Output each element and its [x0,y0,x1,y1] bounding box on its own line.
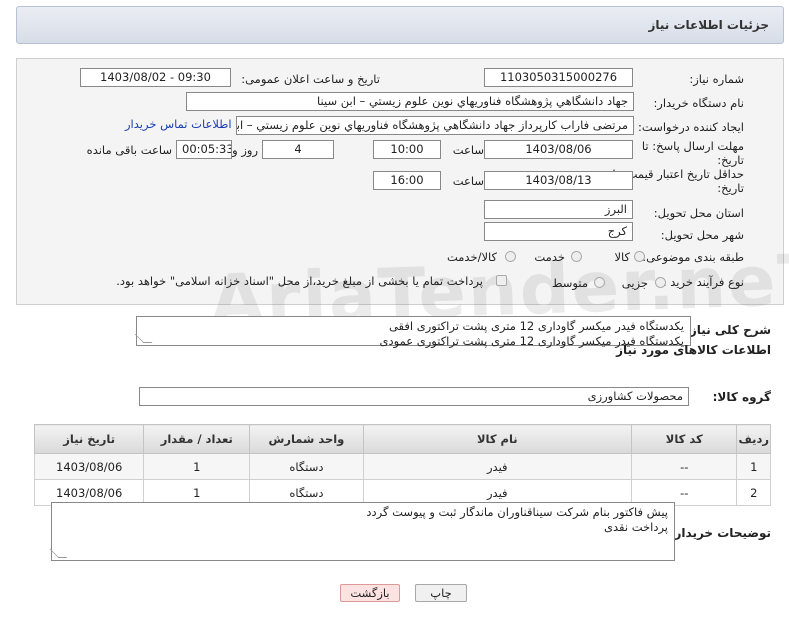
remaining-time-field[interactable]: 00:05:33 [176,140,232,159]
price-validity-time-label: ساعت [452,174,484,188]
days-label: روز و [232,143,258,157]
treasury-payment-note: پرداخت تمام یا بخشی از مبلغ خرید،از محل … [116,274,483,288]
deadline-label: مهلت ارسال پاسخ: تا [641,139,744,153]
cell-quantity: 1 [143,453,251,480]
category-service-radio[interactable] [571,251,582,262]
goods-info-title: اطلاعات کالاهای مورد نیاز [616,343,771,357]
remaining-time-label: ساعت باقی مانده [86,143,172,157]
back-button[interactable]: بازگشت [340,584,400,602]
goods-group-label: گروه کالا: [712,390,771,404]
delivery-province-field[interactable]: البرز [484,200,633,219]
price-validity-date-label: تاریخ: [717,181,744,195]
cell-unit: دستگاه [249,453,364,480]
cell-code: -- [631,453,738,480]
deadline-time-field[interactable]: 10:00 [373,140,441,159]
goods-group-field[interactable]: محصولات کشاورزی [139,387,689,406]
buyer-notes-textarea[interactable]: پیش فاکتور بنام شرکت سیناقناوران ماندگار… [49,502,675,561]
process-medium-label: متوسط [551,276,588,290]
cell-index: 2 [736,479,771,506]
buyer-org-label: نام دستگاه خریدار: [653,96,744,110]
cell-index: 1 [736,453,771,480]
delivery-province-label: استان محل تحویل: [653,206,744,220]
price-validity-time-field[interactable]: 16:00 [373,171,441,190]
cell-name: فیدر [362,453,633,480]
category-goods-label: کالا [614,250,630,264]
announce-datetime-field[interactable]: 1403/08/02 - 09:30 [80,68,231,87]
need-description-textarea[interactable]: یکدستگاه فیدر میکسر گاوداری 12 متری پشت … [134,316,691,348]
process-partial-label: جزیی [621,276,648,290]
column-header-index: ردیف [736,424,771,454]
delivery-city-field[interactable]: کرج [484,222,633,241]
requester-field[interactable]: مرتضی فاراب کارپرداز جهاد دانشگاهي پژوهش… [236,116,634,135]
category-goods-service-label: کالا/خدمت [446,250,497,264]
days-remaining-field[interactable]: 4 [262,140,334,159]
table-row[interactable]: 1 -- فیدر دستگاه 1 1403/08/06 [33,453,771,480]
page-header: جزئیات اطلاعات نیاز [16,6,784,44]
buyer-org-field[interactable]: جهاد دانشگاهي پژوهشگاه فناوريهاي نوين عل… [186,92,634,111]
requester-label: ایجاد کننده درخواست: [638,120,744,134]
buyer-notes-label: توضیحات خریدار: [669,526,771,540]
treasury-payment-checkbox[interactable] [496,275,507,286]
category-goods-service-radio[interactable] [505,251,516,262]
column-header-code: کد کالا [631,424,738,454]
need-description-line: یکدستگاه فیدر میکسر گاوداری 12 متری پشت … [379,334,685,348]
process-partial-radio[interactable] [655,277,666,288]
deadline-date-label: تاریخ: [717,153,744,167]
goods-table: ردیف کد کالا نام کالا واحد شمارش تعداد /… [33,424,771,506]
category-service-label: خدمت [534,250,565,264]
buyer-notes-line: پرداخت نقدی [604,520,668,534]
print-button[interactable]: چاپ [415,584,467,602]
buyer-contact-link[interactable]: اطلاعات تماس خریدار [125,117,232,131]
resize-handle-icon[interactable] [49,549,68,558]
price-validity-date-field[interactable]: 1403/08/13 [484,171,633,190]
need-number-label: شماره نیاز: [689,72,744,86]
category-label: طبقه بندی موضوعی: [642,250,744,264]
need-description-label: شرح کلی نیاز: [685,323,771,337]
category-goods-radio[interactable] [634,251,645,262]
deadline-time-label: ساعت [452,143,484,157]
column-header-date: تاریخ نیاز [33,424,145,454]
buyer-notes-line: پیش فاکتور بنام شرکت سیناقناوران ماندگار… [366,505,668,519]
announce-datetime-label: تاریخ و ساعت اعلان عمومی: [241,72,380,86]
need-description-line: یکدستگاه فیدر میکسر گاوداری 12 متری پشت … [388,319,684,333]
cell-date: 1403/08/06 [33,453,145,480]
column-header-name: نام کالا [362,424,633,454]
page-title: جزئیات اطلاعات نیاز [648,18,769,32]
need-number-field[interactable]: 1103050315000276 [484,68,633,87]
purchase-process-label: نوع فرآیند خرید : [662,275,744,289]
delivery-city-label: شهر محل تحویل: [660,228,744,242]
deadline-date-field[interactable]: 1403/08/06 [484,140,633,159]
column-header-quantity: تعداد / مقدار [143,424,251,454]
column-header-unit: واحد شمارش [249,424,364,454]
process-medium-radio[interactable] [594,277,605,288]
